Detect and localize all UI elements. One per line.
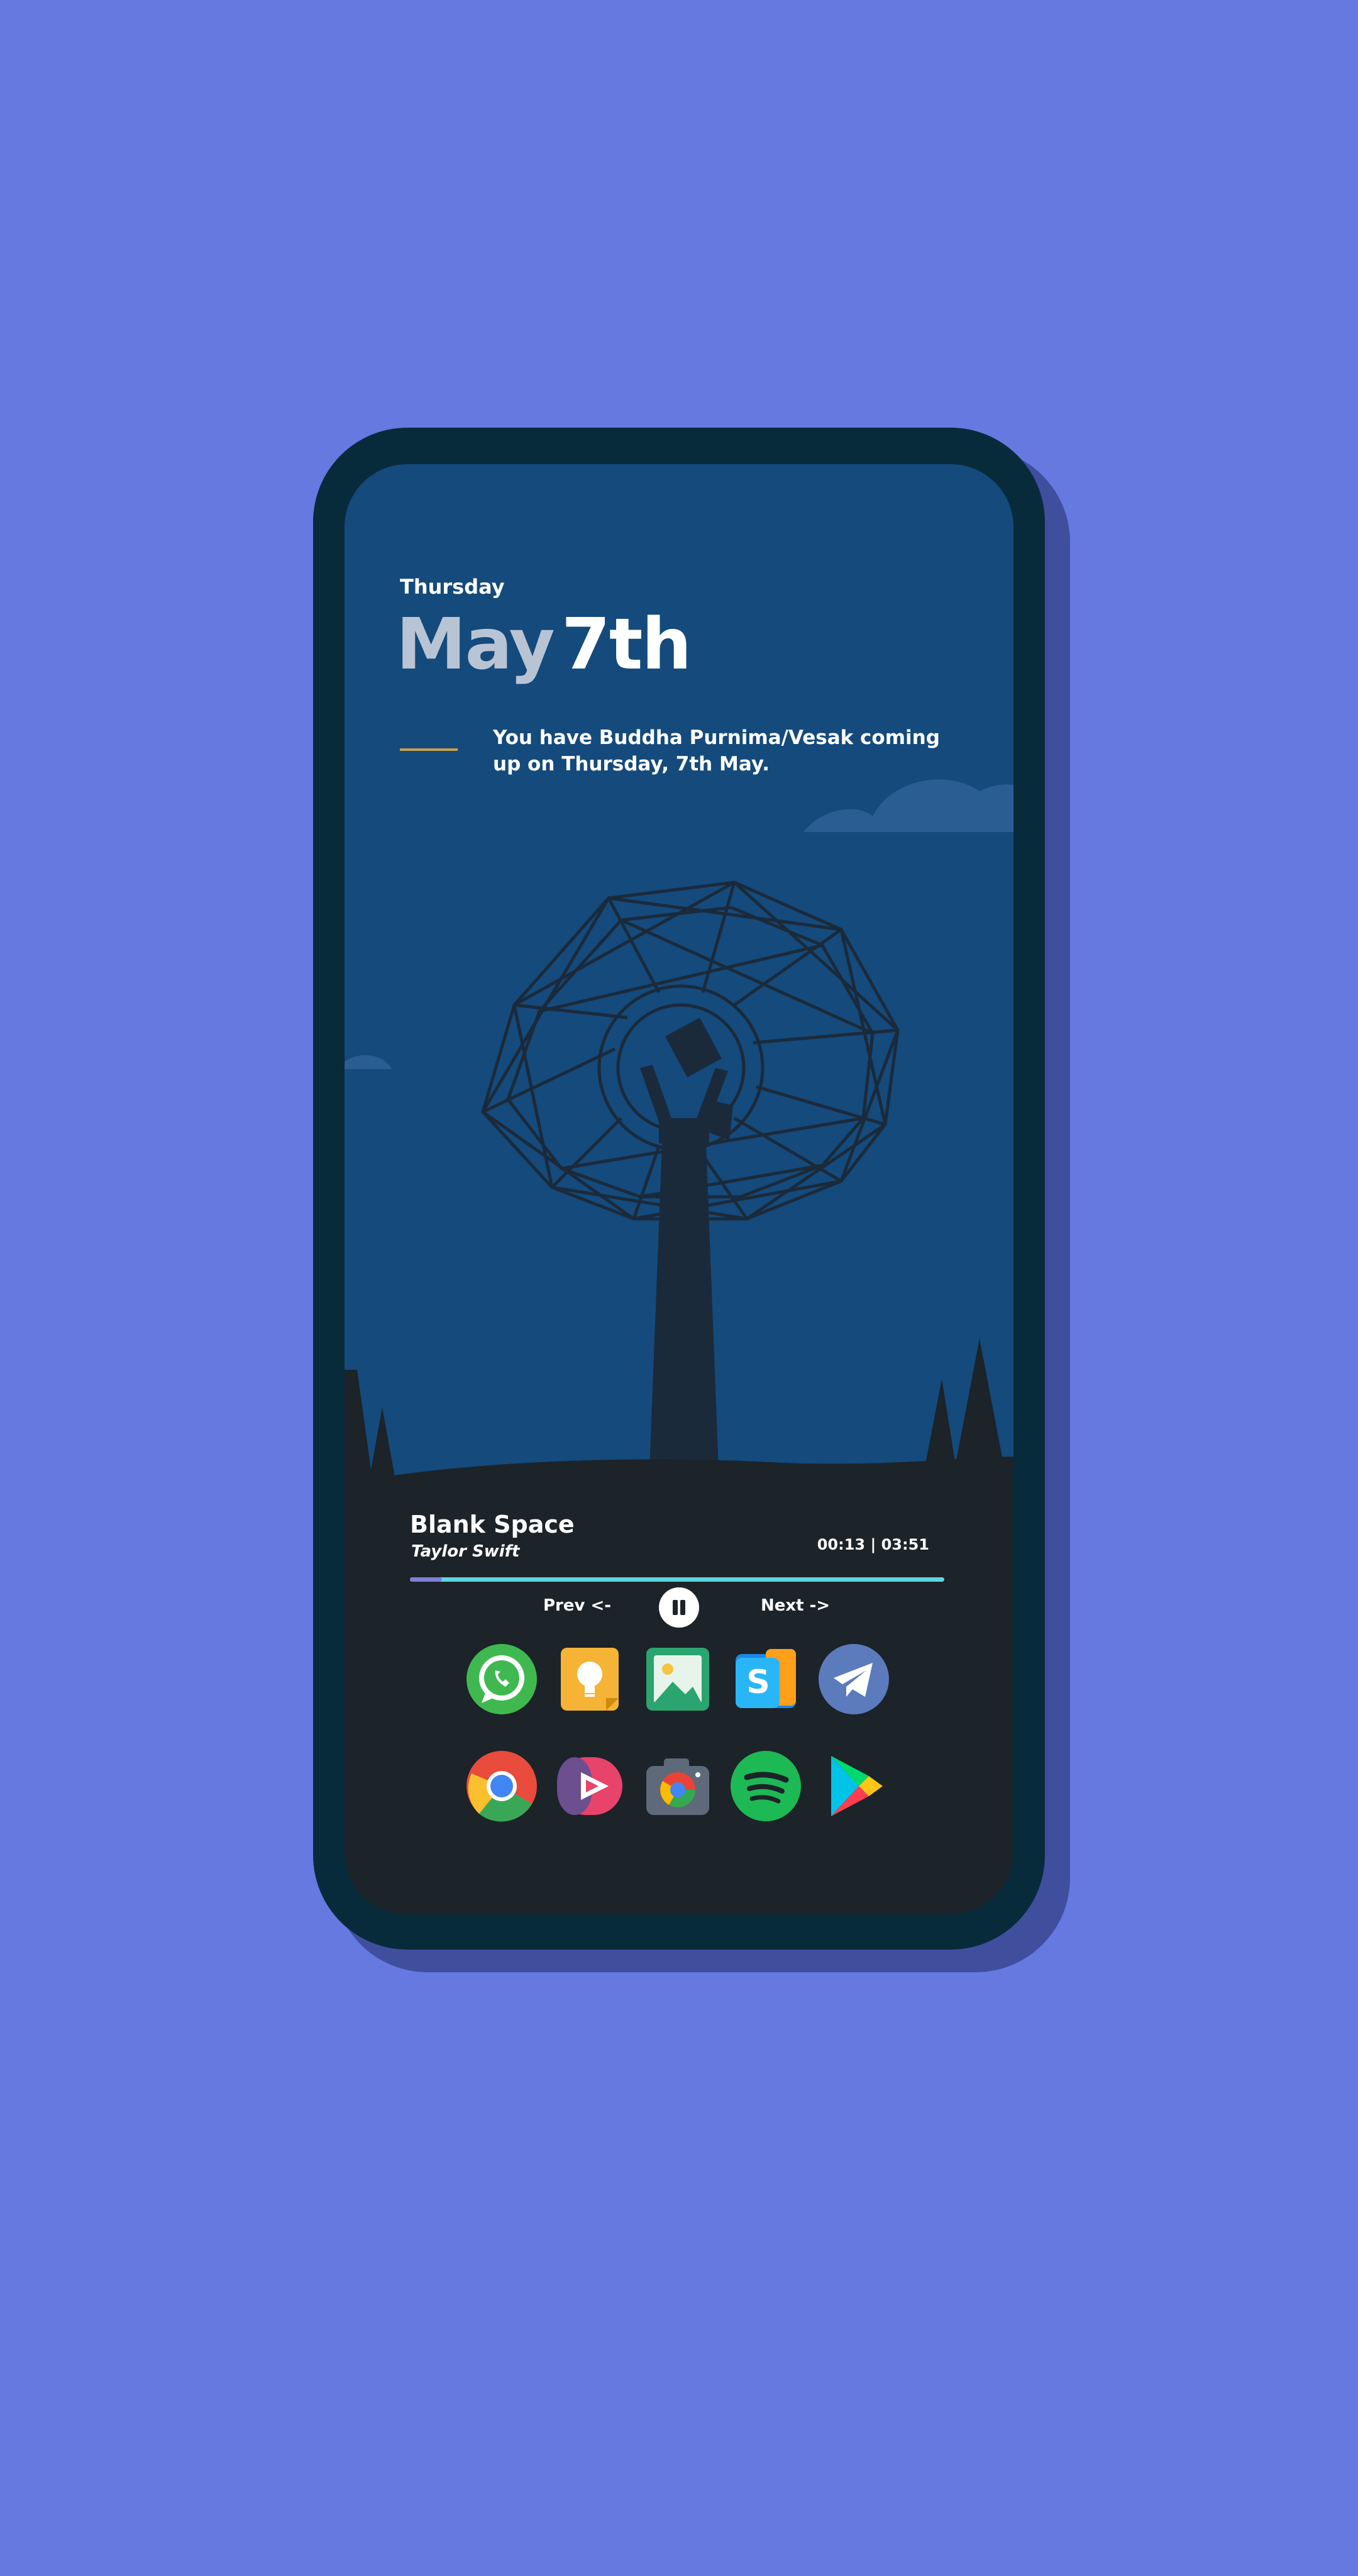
video-player-icon[interactable] xyxy=(552,1748,627,1824)
accent-divider xyxy=(400,748,458,751)
play-store-icon[interactable] xyxy=(816,1748,892,1824)
files-icon[interactable]: S xyxy=(728,1641,803,1717)
date-weekday: Thursday xyxy=(400,575,505,599)
svg-text:S: S xyxy=(746,1663,770,1701)
pause-icon xyxy=(680,1600,685,1615)
pause-icon xyxy=(673,1600,678,1615)
song-progress-fill xyxy=(410,1577,442,1582)
song-artist: Taylor Swift xyxy=(411,1542,520,1561)
telegram-icon[interactable] xyxy=(816,1641,892,1717)
date-month: May xyxy=(396,604,555,686)
whatsapp-icon[interactable] xyxy=(464,1641,539,1717)
date-day-number: 7th xyxy=(561,604,692,686)
song-time: 00:13 | 03:51 xyxy=(817,1536,929,1553)
keep-notes-icon[interactable] xyxy=(552,1641,627,1717)
song-progress-bar[interactable] xyxy=(410,1577,944,1582)
phone-screen: Thursday May 7th You have Buddha Purnima… xyxy=(345,464,1013,1914)
camera-icon[interactable] xyxy=(640,1748,715,1824)
chrome-icon[interactable] xyxy=(464,1748,539,1824)
spotify-icon[interactable] xyxy=(728,1748,803,1824)
gallery-icon[interactable] xyxy=(640,1641,715,1717)
upcoming-event-text: You have Buddha Purnima/Vesak coming up … xyxy=(493,726,940,775)
pause-button[interactable] xyxy=(659,1587,699,1628)
prev-button[interactable]: Prev <- xyxy=(543,1596,611,1615)
next-button[interactable]: Next -> xyxy=(761,1596,830,1615)
song-title: Blank Space xyxy=(410,1511,575,1538)
